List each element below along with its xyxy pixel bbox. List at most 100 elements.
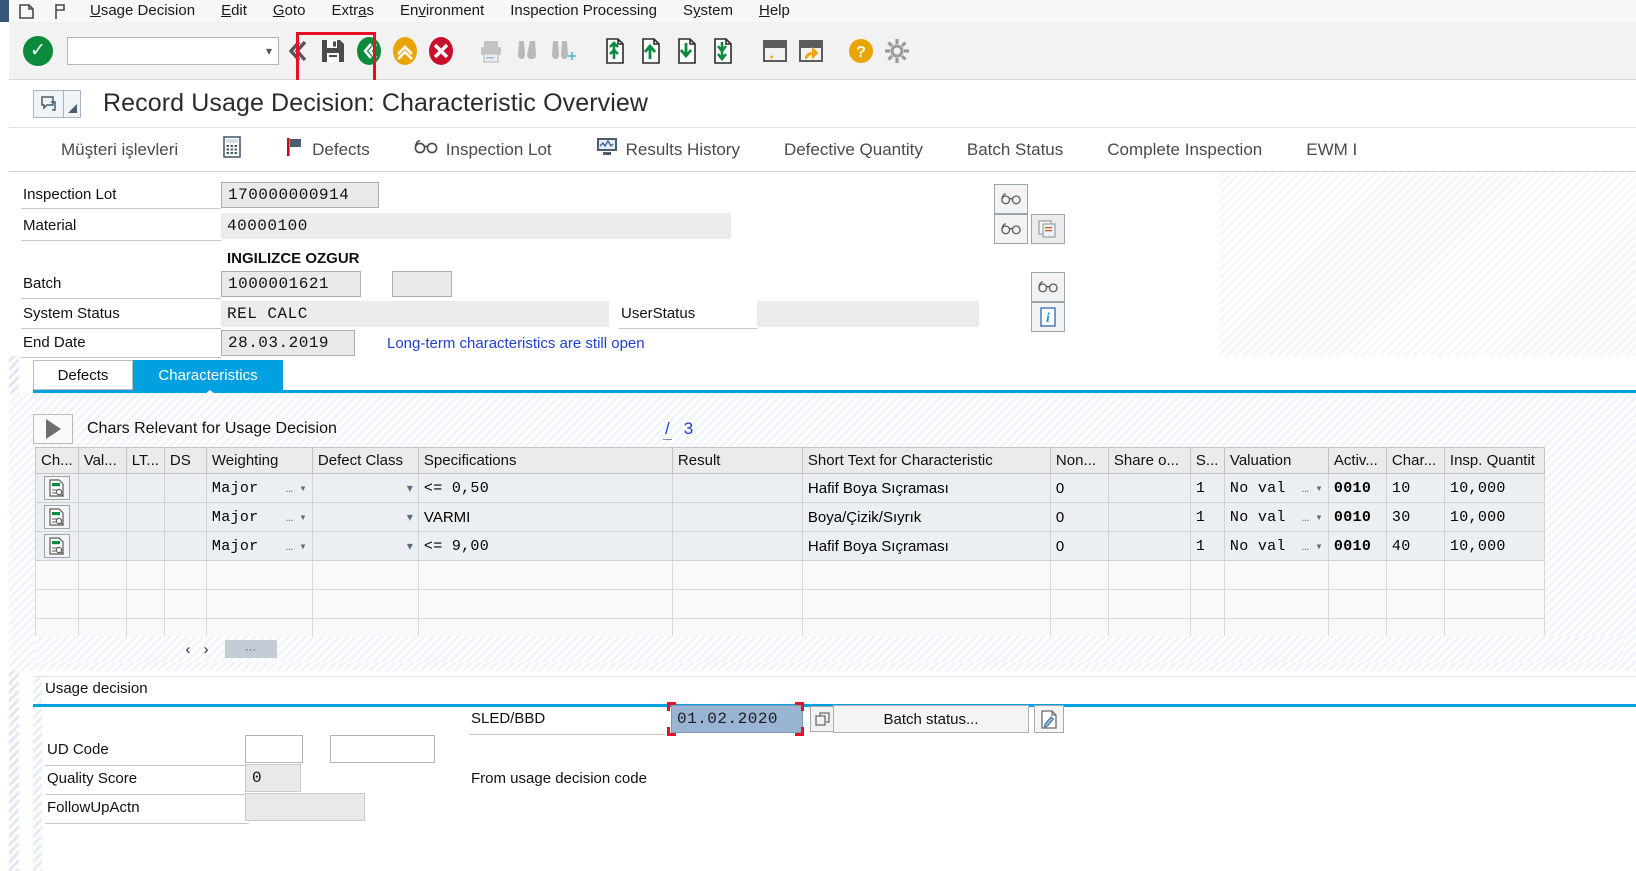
cell-specifications[interactable]: <= 0,50 [417,473,673,503]
menu-item-help[interactable]: Help [746,0,803,22]
chevron-left-icon[interactable]: ‹ [179,641,197,658]
cell-specifications[interactable]: VARMI [417,502,673,532]
create-shortcut-icon[interactable] [793,31,829,71]
cell-empty[interactable] [1223,589,1329,619]
chevron-down-icon[interactable]: ▾ [295,511,307,525]
cell-empty[interactable] [163,589,207,619]
batch-display-icon[interactable] [1031,272,1065,302]
exit-up-icon[interactable] [387,31,423,71]
table-row-empty[interactable] [35,560,1545,590]
func-defective-quantity[interactable]: Defective Quantity [762,128,945,171]
cell-activ[interactable]: 0010 [1327,531,1387,561]
cell-empty[interactable] [1107,589,1191,619]
cell-empty[interactable] [801,560,1051,590]
cell-empty[interactable] [1189,589,1225,619]
func-results-history[interactable]: Results History [574,128,762,171]
cell-empty[interactable] [163,560,207,590]
cell-activ[interactable]: 0010 [1327,473,1387,503]
inspection-lot-display-icon[interactable] [994,184,1028,214]
cell-empty[interactable] [417,589,673,619]
end-date-field[interactable]: 28.03.2019 [221,330,355,356]
func-calculator[interactable] [200,128,264,171]
cell-char[interactable]: 40 [1385,531,1445,561]
cell-share[interactable] [1107,473,1191,503]
cell-val[interactable] [77,531,127,561]
cell-empty[interactable] [1223,560,1329,590]
menu-item-extras[interactable]: Extras [318,0,387,22]
batch-extra-field[interactable] [392,271,452,297]
cell-share[interactable] [1107,531,1191,561]
cell-empty[interactable] [77,560,127,590]
sled-bbd-field[interactable]: 01.02.2020 [671,705,803,733]
cell-empty[interactable] [1327,560,1387,590]
cell-lt[interactable] [125,502,165,532]
cell-insp-quantity[interactable]: 10,000 [1443,531,1545,561]
cell-ds[interactable] [163,531,207,561]
play-triangle-icon[interactable] [33,414,73,444]
cell-lt[interactable] [125,473,165,503]
chevron-down-icon[interactable]: ▾ [1311,540,1323,554]
characteristic-icon-cell[interactable] [35,531,79,561]
create-session-icon[interactable] [757,31,793,71]
cell-non[interactable]: 0 [1049,502,1109,532]
cell-empty[interactable] [671,589,803,619]
ud-code-text-field[interactable] [330,735,435,763]
col-activ[interactable]: Activ... [1327,447,1387,474]
back-arrow-icon[interactable] [279,31,315,71]
horizontal-scrollbar-thumb[interactable]: ⋯ [225,640,277,658]
value-help-icon[interactable] [810,706,834,732]
chevron-down-icon[interactable]: ▾ [295,540,307,554]
cell-valuation[interactable]: No val … ▾ [1223,473,1329,503]
col-ds[interactable]: DS [163,447,207,474]
cell-non[interactable]: 0 [1049,473,1109,503]
cell-short-text[interactable]: Hafif Boya Sıçraması [801,531,1051,561]
menu-item-environment[interactable]: Environment [387,0,497,22]
tab-defects[interactable]: Defects [33,360,133,390]
menu-item-edit[interactable]: Edit [208,0,260,22]
table-row[interactable]: Major … ▾ ▾ VARMI Boya/Çizik/Sıyrık 0 1 … [35,502,1545,532]
col-lt[interactable]: LT... [125,447,165,474]
cell-valuation[interactable]: No val … ▾ [1223,502,1329,532]
chevron-down-icon[interactable]: ▾ [403,539,413,553]
document-edit-icon[interactable] [1034,705,1064,733]
customize-icon[interactable] [879,31,915,71]
cell-ds[interactable] [163,473,207,503]
table-row-empty[interactable] [35,589,1545,619]
cell-s[interactable]: 1 [1189,473,1225,503]
cell-defect-class[interactable]: ▾ [311,531,419,561]
cell-empty[interactable] [1443,560,1545,590]
cell-empty[interactable] [1385,589,1445,619]
system-status-field[interactable]: REL CALC [221,301,609,327]
cell-empty[interactable] [1107,560,1191,590]
cell-char[interactable]: 10 [1385,473,1445,503]
chevron-down-icon[interactable]: ▾ [1311,482,1323,496]
col-ch[interactable]: Ch... [35,447,79,474]
cell-empty[interactable] [35,560,79,590]
menu-item-inspection-processing[interactable]: Inspection Processing [497,0,670,22]
cell-empty[interactable] [311,560,419,590]
command-field[interactable]: ▾ [67,36,279,65]
cell-non[interactable]: 0 [1049,531,1109,561]
cell-insp-quantity[interactable]: 10,000 [1443,473,1545,503]
table-row[interactable]: Major … ▾ ▾ <= 9,00 Hafif Boya Sıçraması … [35,531,1545,561]
cell-weighting[interactable]: Major … ▾ [205,502,313,532]
ud-code-field[interactable] [245,735,303,763]
cell-empty[interactable] [311,589,419,619]
col-weighting[interactable]: Weighting [205,447,313,474]
cell-empty[interactable] [35,589,79,619]
cell-short-text[interactable]: Hafif Boya Sıçraması [801,473,1051,503]
cell-result[interactable] [671,502,803,532]
next-page-icon[interactable] [669,31,705,71]
cell-weighting[interactable]: Major … ▾ [205,531,313,561]
col-defect-class[interactable]: Defect Class [311,447,419,474]
col-valuation[interactable]: Valuation [1223,447,1329,474]
func-musteri-islevleri[interactable]: Müşteri işlevleri [9,128,200,171]
cancel-icon[interactable] [423,31,459,71]
batch-status-button[interactable]: Batch status... [833,705,1029,733]
transaction-icon-group[interactable] [33,89,81,118]
cell-activ[interactable]: 0010 [1327,502,1387,532]
new-doc-icon[interactable] [9,0,43,22]
status-info-icon[interactable]: i [1031,302,1065,332]
material-field[interactable]: 40000100 [221,213,731,239]
characteristic-icon-cell[interactable] [35,473,79,503]
